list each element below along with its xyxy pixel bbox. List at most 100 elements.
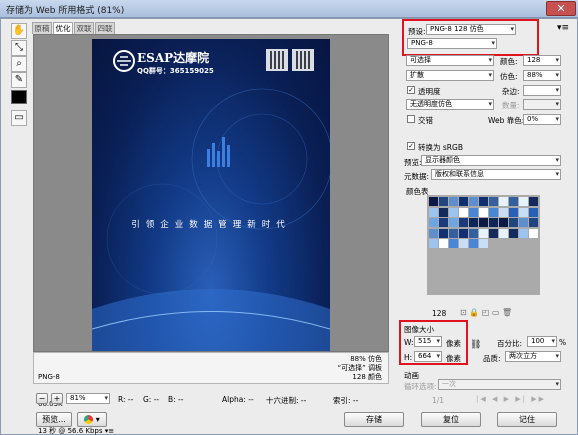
panel-menu-icon[interactable]: ▾≡ bbox=[557, 23, 569, 33]
percent-input[interactable]: 100 bbox=[527, 336, 557, 347]
palette-swatch[interactable] bbox=[499, 228, 508, 238]
quality-select[interactable]: 两次立方 bbox=[505, 351, 561, 362]
palette-swatch[interactable] bbox=[459, 218, 468, 228]
palette-swatch[interactable] bbox=[479, 239, 488, 249]
palette-swatch[interactable] bbox=[509, 197, 518, 206]
palette-swatch[interactable] bbox=[479, 218, 488, 228]
palette-swatch[interactable] bbox=[509, 228, 518, 238]
palette-swatch[interactable] bbox=[469, 218, 478, 228]
close-button[interactable]: ✕ bbox=[546, 1, 576, 16]
hand-tool-icon[interactable]: ✋ bbox=[11, 23, 27, 39]
image-preview-area[interactable]: ESAP达摩院 QQ群号：365159025 引领企业数据管理新时代 bbox=[33, 34, 389, 352]
first-frame-icon[interactable]: |◀ bbox=[476, 395, 488, 403]
map-color-icon[interactable]: ⊡ bbox=[460, 308, 467, 317]
eyedropper-tool-icon[interactable]: ✎ bbox=[11, 72, 27, 88]
web-snap-select[interactable]: 0% bbox=[523, 114, 561, 125]
transparency-dither-select[interactable]: 无透明度仿色 bbox=[406, 99, 494, 110]
palette-swatch[interactable] bbox=[469, 207, 478, 217]
format-select[interactable]: PNG-8 bbox=[407, 38, 497, 49]
palette-swatch[interactable] bbox=[529, 197, 538, 206]
slice-select-tool-icon[interactable]: ⤡ bbox=[11, 40, 27, 56]
link-dimensions-icon[interactable]: ⛓ bbox=[470, 340, 481, 350]
next-frame-icon[interactable]: ▶| bbox=[515, 395, 527, 403]
delete-color-icon[interactable]: 🗑 bbox=[502, 308, 512, 317]
dither-amount-select[interactable]: 88% bbox=[523, 70, 561, 81]
transparency-checkbox[interactable]: ✓ bbox=[407, 86, 415, 94]
zoom-out-button[interactable]: − bbox=[36, 393, 48, 404]
palette-swatch[interactable] bbox=[459, 197, 468, 206]
reset-button[interactable]: 复位 bbox=[421, 412, 481, 427]
preview-button[interactable]: 预览... bbox=[36, 412, 72, 427]
palette-swatch[interactable] bbox=[429, 228, 438, 238]
tab-4up[interactable]: 四联 bbox=[95, 22, 115, 34]
palette-swatch[interactable] bbox=[449, 218, 458, 228]
zoom-select[interactable]: 81% bbox=[66, 393, 110, 404]
palette-swatch[interactable] bbox=[519, 218, 528, 228]
palette-swatch[interactable] bbox=[439, 197, 448, 206]
prev-frame-icon[interactable]: ◀ bbox=[492, 395, 499, 403]
palette-swatch[interactable] bbox=[459, 239, 468, 249]
dither-algorithm-select[interactable]: 扩散 bbox=[406, 70, 494, 81]
palette-swatch[interactable] bbox=[509, 207, 518, 217]
palette-swatch[interactable] bbox=[489, 207, 498, 217]
colors-select[interactable]: 128 bbox=[523, 55, 561, 66]
browser-select-button[interactable]: ▾ bbox=[77, 412, 107, 427]
palette-swatch[interactable] bbox=[469, 239, 478, 249]
play-icon[interactable]: ▶ bbox=[504, 395, 511, 403]
height-input[interactable]: 664 bbox=[414, 351, 442, 362]
palette-swatch[interactable] bbox=[479, 228, 488, 238]
palette-swatch[interactable] bbox=[489, 228, 498, 238]
tab-2up[interactable]: 双联 bbox=[74, 22, 94, 34]
metadata-select[interactable]: 版权和联系信息 bbox=[431, 169, 561, 180]
palette-swatch[interactable] bbox=[469, 197, 478, 206]
palette-swatch[interactable] bbox=[509, 218, 518, 228]
palette-swatch[interactable] bbox=[429, 218, 438, 228]
palette-swatch[interactable] bbox=[439, 239, 448, 249]
palette-swatch[interactable] bbox=[429, 197, 438, 206]
web-shift-icon[interactable]: ◰ bbox=[482, 308, 490, 317]
color-table[interactable] bbox=[427, 195, 540, 295]
palette-swatch[interactable] bbox=[489, 197, 498, 206]
convert-srgb-checkbox[interactable]: ✓ bbox=[407, 142, 415, 150]
zoom-in-button[interactable]: + bbox=[51, 393, 63, 404]
palette-swatch[interactable] bbox=[519, 228, 528, 238]
remember-button[interactable]: 记住 bbox=[497, 412, 557, 427]
palette-swatch[interactable] bbox=[429, 207, 438, 217]
palette-swatch[interactable] bbox=[489, 218, 498, 228]
lock-color-icon[interactable]: 🔒 bbox=[469, 308, 479, 317]
palette-swatch[interactable] bbox=[529, 207, 538, 217]
width-input[interactable]: 515 bbox=[414, 336, 442, 347]
eyedropper-color-swatch[interactable] bbox=[11, 90, 27, 104]
palette-swatch[interactable] bbox=[429, 239, 438, 249]
color-reduction-select[interactable]: 可选择 bbox=[406, 55, 494, 66]
new-color-icon[interactable]: ▭ bbox=[492, 308, 500, 317]
palette-swatch[interactable] bbox=[469, 228, 478, 238]
palette-swatch[interactable] bbox=[449, 228, 458, 238]
preview-color-select[interactable]: 显示器颜色 bbox=[421, 155, 561, 166]
zoom-tool-icon[interactable]: ⌕ bbox=[11, 56, 27, 72]
palette-swatch[interactable] bbox=[519, 207, 528, 217]
palette-swatch[interactable] bbox=[529, 218, 538, 228]
tab-original[interactable]: 原稿 bbox=[32, 22, 52, 34]
palette-swatch[interactable] bbox=[479, 197, 488, 206]
palette-swatch[interactable] bbox=[439, 207, 448, 217]
palette-swatch[interactable] bbox=[519, 197, 528, 206]
matte-select[interactable] bbox=[523, 85, 561, 96]
palette-swatch[interactable] bbox=[439, 218, 448, 228]
palette-swatch[interactable] bbox=[449, 239, 458, 249]
tab-optimized[interactable]: 优化 bbox=[53, 22, 73, 34]
palette-swatch[interactable] bbox=[449, 197, 458, 206]
palette-swatch[interactable] bbox=[449, 207, 458, 217]
palette-swatch[interactable] bbox=[459, 228, 468, 238]
info-menu-icon[interactable]: ▾≡ bbox=[105, 427, 114, 435]
palette-swatch[interactable] bbox=[499, 197, 508, 206]
save-button[interactable]: 存储 bbox=[344, 412, 404, 427]
palette-swatch[interactable] bbox=[499, 207, 508, 217]
last-frame-icon[interactable]: ▶▶ bbox=[531, 395, 546, 403]
toggle-slices-icon[interactable]: ▭ bbox=[11, 110, 27, 126]
preset-select[interactable]: PNG-8 128 仿色 bbox=[426, 24, 516, 35]
palette-swatch[interactable] bbox=[499, 218, 508, 228]
palette-swatch[interactable] bbox=[479, 207, 488, 217]
palette-swatch[interactable] bbox=[439, 228, 448, 238]
interlaced-checkbox[interactable] bbox=[407, 115, 415, 123]
